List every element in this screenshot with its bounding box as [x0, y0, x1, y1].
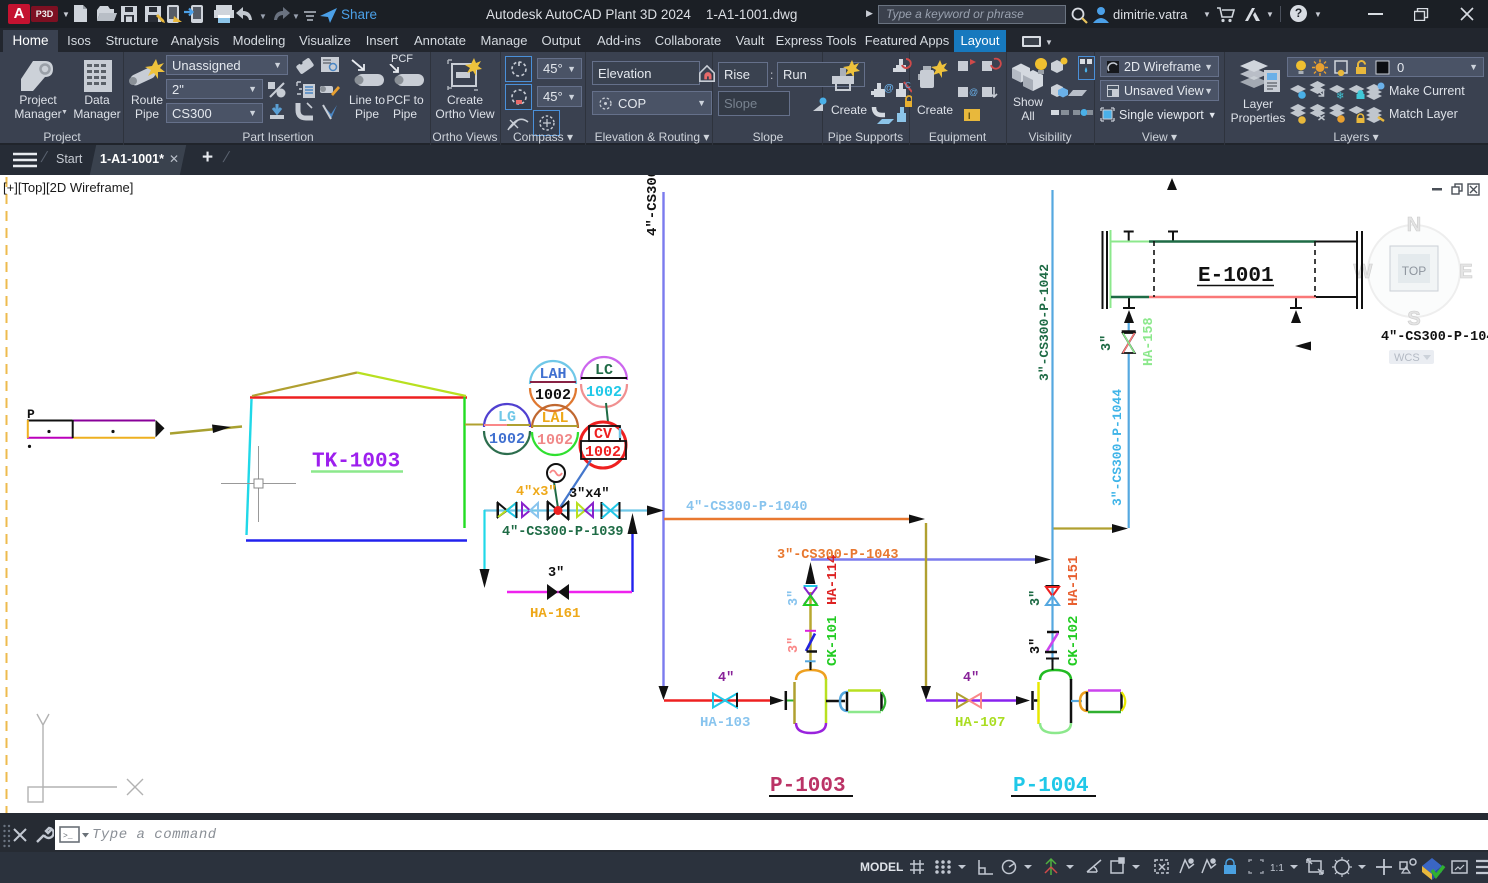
svg-text:3"-CS300-P-1044: 3"-CS300-P-1044: [1110, 389, 1125, 506]
svg-text:@: @: [969, 87, 978, 97]
svg-text:▼: ▼: [1045, 38, 1052, 47]
svg-text:3"x4": 3"x4": [569, 487, 610, 502]
svg-text:N: N: [1407, 214, 1421, 236]
svg-text:[+][Top][2D Wireframe]: [+][Top][2D Wireframe]: [3, 180, 133, 195]
svg-text:3": 3": [1100, 335, 1115, 351]
svg-text:1002: 1002: [489, 431, 525, 448]
svg-text:WCS: WCS: [1394, 352, 1420, 364]
svg-text:HA-158: HA-158: [1142, 317, 1157, 366]
svg-text:@: @: [884, 83, 894, 94]
svg-text:P-1003: P-1003: [770, 775, 846, 798]
svg-text:1002: 1002: [586, 384, 622, 401]
svg-text:4": 4": [718, 671, 734, 686]
svg-text:4"-CS300: 4"-CS300: [645, 175, 661, 236]
svg-text:3": 3": [787, 637, 802, 653]
svg-text:TOP: TOP: [1402, 264, 1426, 278]
svg-text:LAL: LAL: [541, 410, 568, 427]
svg-text:4"-CS300-P-1040: 4"-CS300-P-1040: [686, 500, 808, 515]
svg-text:4": 4": [963, 671, 979, 686]
svg-text:1002: 1002: [537, 432, 573, 449]
svg-text:3"-CS300-P-1043: 3"-CS300-P-1043: [777, 548, 899, 563]
svg-text:▼: ▼: [292, 12, 300, 21]
svg-text:LC: LC: [595, 362, 613, 379]
svg-text:HA-161: HA-161: [530, 606, 580, 622]
svg-text:3": 3": [548, 566, 564, 581]
svg-text:1:1: 1:1: [1270, 863, 1284, 874]
svg-text:HA-107: HA-107: [955, 715, 1005, 731]
svg-text:CK-102: CK-102: [1066, 616, 1082, 666]
svg-text:❄: ❄: [1336, 91, 1344, 102]
svg-text:4"-CS300-P-1039: 4"-CS300-P-1039: [502, 525, 624, 540]
svg-text:3": 3": [1029, 590, 1044, 606]
svg-text:LAH: LAH: [539, 366, 566, 383]
svg-text:4"-CS300-P-104: 4"-CS300-P-104: [1381, 330, 1488, 345]
svg-text:1002: 1002: [585, 444, 621, 461]
svg-text:LG: LG: [498, 409, 516, 426]
svg-text:3": 3": [787, 590, 802, 606]
svg-text:>_: >_: [63, 832, 73, 841]
svg-text:I: I: [968, 111, 971, 121]
svg-text:S: S: [1407, 308, 1420, 330]
svg-text:C: C: [905, 81, 911, 90]
svg-text:P-1004: P-1004: [1013, 775, 1089, 798]
svg-text:HA-151: HA-151: [1066, 556, 1082, 606]
svg-text:1002: 1002: [535, 387, 571, 404]
svg-text:E-1001: E-1001: [1198, 265, 1274, 288]
svg-text:3"-CS300-P-1042: 3"-CS300-P-1042: [1037, 264, 1052, 381]
svg-text:TK-1003: TK-1003: [312, 451, 400, 474]
svg-text:4"x3": 4"x3": [516, 485, 557, 500]
svg-text:▼: ▼: [259, 12, 267, 21]
svg-text:CK-101: CK-101: [825, 616, 841, 666]
svg-text:E: E: [1459, 261, 1472, 283]
svg-text:HA-103: HA-103: [700, 715, 750, 731]
svg-text:3": 3": [1029, 638, 1044, 654]
